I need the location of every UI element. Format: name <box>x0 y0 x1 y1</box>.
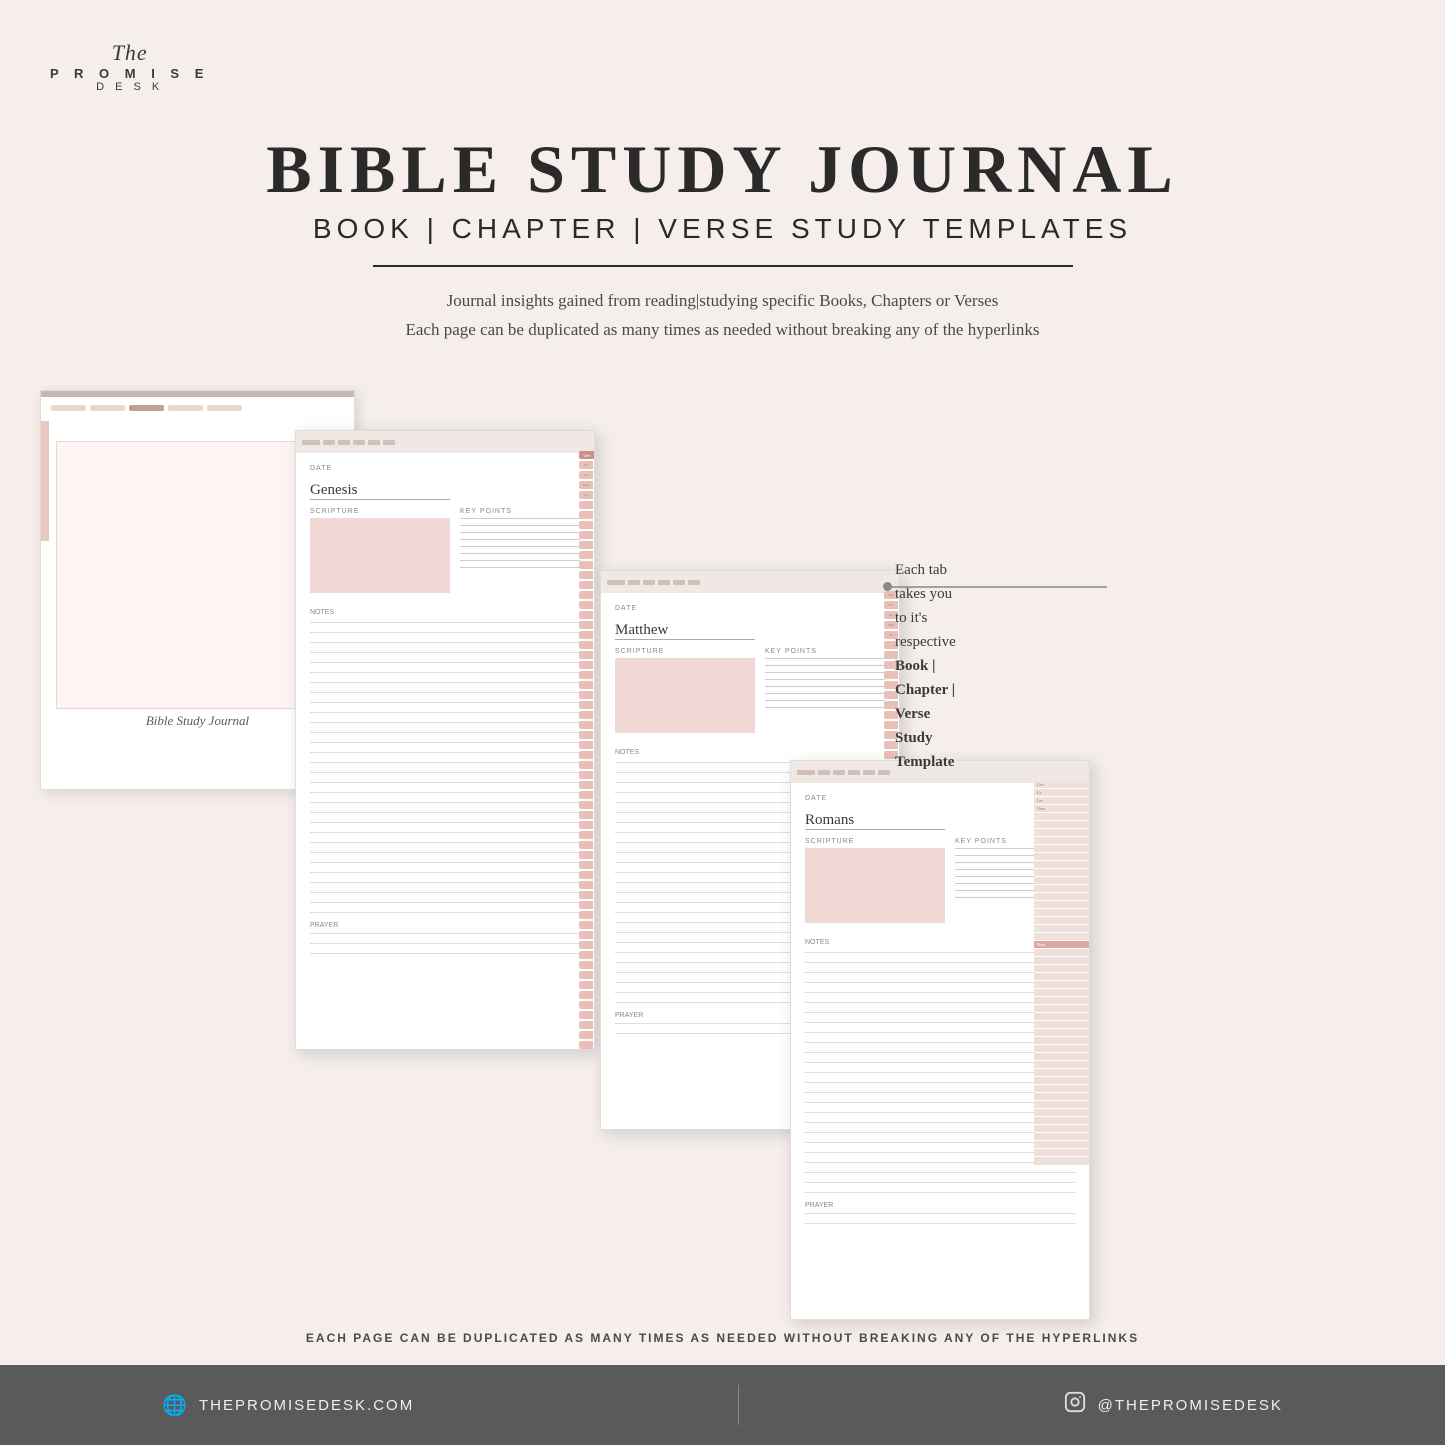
annotation-text: Each tab takes you to it's respective Bo… <box>895 558 956 774</box>
mnav-2 <box>628 580 640 585</box>
kp-line-6 <box>460 553 580 554</box>
nav-dot-5 <box>368 440 380 445</box>
scripture-label: SCRIPTURE <box>310 508 450 515</box>
matthew-book-name: Matthew <box>615 622 755 640</box>
nav-dot-6 <box>383 440 395 445</box>
kp-line-1 <box>460 518 580 519</box>
title-area: BIBLE STUDY JOURNAL BOOK | CHAPTER | VER… <box>0 130 1445 345</box>
prayer-label: PRAYER <box>310 922 580 929</box>
genesis-pink-box <box>310 518 450 593</box>
m-scripture-label: SCRIPTURE <box>615 648 755 655</box>
doc-romans: DATE Romans SCRIPTURE KEY POINTS <box>790 760 1090 1320</box>
tab-gen: Gen <box>579 451 595 459</box>
nav-dot-1 <box>302 440 320 445</box>
cover-tab-1 <box>51 405 86 411</box>
rnav-1 <box>797 770 815 775</box>
matthew-nav <box>601 571 899 593</box>
mnav-4 <box>658 580 670 585</box>
footer-instagram: @THEPROMISEDESK <box>1064 1391 1283 1419</box>
mnav-5 <box>673 580 685 585</box>
genesis-right-tabs: Gen Ex Lev Num Dt <box>579 451 595 1050</box>
documents-area: Bible Study Journal DATE Genesis SCRIPTU… <box>30 370 1415 1315</box>
romans-pink-box <box>805 848 945 923</box>
nav-dot-2 <box>323 440 335 445</box>
matthew-pink-box <box>615 658 755 733</box>
mnav-6 <box>688 580 700 585</box>
rnav-5 <box>863 770 875 775</box>
rnav-4 <box>848 770 860 775</box>
logo-promise: P R O M I S E <box>50 66 209 81</box>
doc-genesis: DATE Genesis SCRIPTURE KEY POINTS <box>295 430 595 1050</box>
divider <box>373 265 1073 267</box>
kp-line-4 <box>460 539 580 540</box>
main-title: BIBLE STUDY JOURNAL <box>0 130 1445 209</box>
m-notes-label: NOTES <box>615 749 885 756</box>
romans-book-name: Romans <box>805 812 945 830</box>
cover-tab-4 <box>168 405 203 411</box>
sub-title: BOOK | CHAPTER | VERSE STUDY TEMPLATES <box>0 213 1445 245</box>
cover-header <box>41 397 354 415</box>
nav-dot-4 <box>353 440 365 445</box>
instagram-text: @THEPROMISEDESK <box>1098 1397 1283 1414</box>
genesis-nav <box>296 431 594 453</box>
nav-dot-3 <box>338 440 350 445</box>
cover-tab-3 <box>129 405 164 411</box>
footer-website: 🌐 THEPROMISEDESK.COM <box>162 1393 414 1418</box>
description-line1: Journal insights gained from reading|stu… <box>0 287 1445 316</box>
globe-icon: 🌐 <box>162 1393 187 1418</box>
website-text: THEPROMISEDESK.COM <box>199 1397 414 1414</box>
mnav-1 <box>607 580 625 585</box>
notes-label: NOTES <box>310 609 580 616</box>
instagram-icon <box>1064 1391 1086 1419</box>
r-scripture-label: SCRIPTURE <box>805 838 945 845</box>
romans-right-tabs: Gen Ex Lev Num Rom <box>1034 781 1089 1165</box>
kp-line-5 <box>460 546 580 547</box>
keywords-label: KEY POINTS <box>460 508 580 515</box>
cover-tab-2 <box>90 405 125 411</box>
genesis-lines <box>310 622 580 913</box>
mnav-3 <box>643 580 655 585</box>
kp-line-2 <box>460 525 580 526</box>
tab-romans-active: Rom <box>1034 941 1089 949</box>
genesis-body: DATE Genesis SCRIPTURE KEY POINTS <box>296 453 594 975</box>
genesis-book-name: Genesis <box>310 482 450 500</box>
date-label: DATE <box>310 465 332 472</box>
description-line2: Each page can be duplicated as many time… <box>0 316 1445 345</box>
footer-banner: 🌐 THEPROMISEDESK.COM @THEPROMISEDESK <box>0 1365 1445 1445</box>
kp-line-7 <box>460 560 580 561</box>
footer-divider <box>738 1385 739 1425</box>
logo-desk: D E S K <box>96 81 163 93</box>
rnav-2 <box>818 770 830 775</box>
m-keywords-label: KEY POINTS <box>765 648 885 655</box>
r-prayer-label: PRAYER <box>805 1202 1075 1209</box>
rnav-6 <box>878 770 890 775</box>
kp-line-8 <box>460 567 580 568</box>
r-date-label: DATE <box>805 795 827 802</box>
m-date-label: DATE <box>615 605 637 612</box>
kp-line-3 <box>460 532 580 533</box>
cover-tab-5 <box>207 405 242 411</box>
rnav-3 <box>833 770 845 775</box>
logo: The P R O M I S E D E S K <box>50 40 209 93</box>
cover-pink-block <box>41 421 49 541</box>
bottom-notice: EACH PAGE CAN BE DUPLICATED AS MANY TIME… <box>0 1331 1445 1345</box>
logo-script: The <box>112 40 148 66</box>
